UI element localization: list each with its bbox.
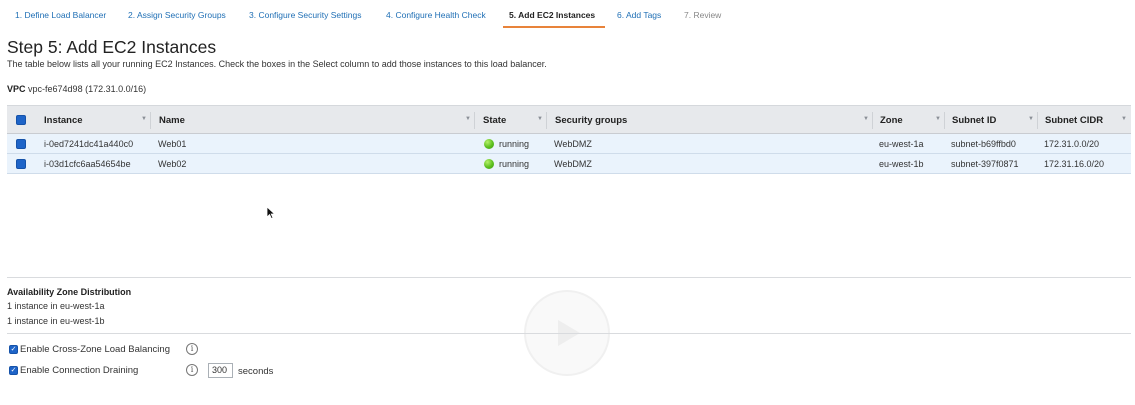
instance-name: Web02: [158, 159, 187, 169]
tab-define-load-balancer[interactable]: 1. Define Load Balancer: [15, 10, 106, 20]
sort-caret-icon[interactable]: ▼: [1121, 116, 1127, 122]
column-header-subnet-cidr[interactable]: Subnet CIDR: [1045, 115, 1103, 126]
draining-timeout-input[interactable]: 300: [208, 363, 233, 378]
cross-zone-label[interactable]: Enable Cross-Zone Load Balancing: [20, 344, 170, 355]
sort-caret-icon[interactable]: ▼: [863, 116, 869, 122]
column-divider[interactable]: [150, 112, 151, 129]
vpc-value: vpc-fe674d98 (172.31.0.0/16): [28, 84, 147, 94]
cross-zone-checkbox[interactable]: ✓: [9, 345, 18, 354]
tab-configure-health-check[interactable]: 4. Configure Health Check: [386, 10, 486, 20]
info-icon[interactable]: i: [186, 343, 198, 355]
column-divider[interactable]: [474, 112, 475, 129]
instance-subnet-cidr: 172.31.0.0/20: [1044, 139, 1100, 149]
sort-caret-icon[interactable]: ▼: [141, 116, 147, 122]
connection-draining-checkbox[interactable]: ✓: [9, 366, 18, 375]
instance-security-groups: WebDMZ: [554, 139, 592, 149]
instance-zone: eu-west-1a: [879, 139, 924, 149]
sort-caret-icon[interactable]: ▼: [465, 116, 471, 122]
table-row[interactable]: i-03d1cfc6aa54654be Web02 running WebDMZ…: [7, 154, 1131, 174]
instance-id: i-0ed7241dc41a440c0: [44, 139, 134, 149]
running-status-icon: [484, 159, 494, 169]
vpc-info: VPC vpc-fe674d98 (172.31.0.0/16): [7, 84, 146, 94]
running-status-icon: [484, 139, 494, 149]
connection-draining-label[interactable]: Enable Connection Draining: [20, 365, 138, 376]
instance-state: running: [499, 139, 530, 149]
tab-add-ec2-instances[interactable]: 5. Add EC2 Instances: [509, 10, 595, 20]
column-header-zone[interactable]: Zone: [880, 115, 903, 126]
column-divider[interactable]: [872, 112, 873, 129]
instance-subnet-cidr: 172.31.16.0/20: [1044, 159, 1105, 169]
column-divider[interactable]: [546, 112, 547, 129]
row-select-checkbox[interactable]: [16, 159, 26, 169]
sort-caret-icon[interactable]: ▼: [1028, 116, 1034, 122]
info-icon[interactable]: i: [186, 364, 198, 376]
page-title: Step 5: Add EC2 Instances: [7, 37, 217, 57]
az-distribution-line: 1 instance in eu-west-1b: [7, 316, 105, 326]
az-distribution-title: Availability Zone Distribution: [7, 287, 132, 297]
instance-security-groups: WebDMZ: [554, 159, 592, 169]
select-all-checkbox[interactable]: [16, 115, 26, 125]
tab-review[interactable]: 7. Review: [684, 10, 721, 20]
instance-zone: eu-west-1b: [879, 159, 924, 169]
section-divider: [7, 333, 1131, 334]
vpc-label: VPC: [7, 84, 26, 94]
column-divider[interactable]: [1037, 112, 1038, 129]
row-select-checkbox[interactable]: [16, 139, 26, 149]
tab-assign-security-groups[interactable]: 2. Assign Security Groups: [128, 10, 226, 20]
page-description: The table below lists all your running E…: [7, 59, 547, 69]
tab-configure-security-settings[interactable]: 3. Configure Security Settings: [249, 10, 361, 20]
column-header-security-groups[interactable]: Security groups: [555, 115, 627, 126]
active-tab-indicator: [503, 26, 605, 28]
instance-subnet-id: subnet-b69ffbd0: [951, 139, 1016, 149]
draining-timeout-unit: seconds: [238, 366, 274, 377]
sort-caret-icon[interactable]: ▼: [537, 116, 543, 122]
instance-subnet-id: subnet-397f0871: [951, 159, 1019, 169]
table-row[interactable]: i-0ed7241dc41a440c0 Web01 running WebDMZ…: [7, 134, 1131, 154]
instance-id: i-03d1cfc6aa54654be: [44, 159, 131, 169]
wizard-tabs: 1. Define Load Balancer 2. Assign Securi…: [0, 0, 1135, 30]
column-header-instance[interactable]: Instance: [44, 115, 83, 126]
instances-table: Instance ▼ Name ▼ State ▼ Security group…: [7, 105, 1131, 174]
mouse-cursor-icon: [266, 206, 276, 220]
section-divider: [7, 277, 1131, 278]
column-header-state[interactable]: State: [483, 115, 506, 126]
tab-add-tags[interactable]: 6. Add Tags: [617, 10, 661, 20]
column-header-subnet-id[interactable]: Subnet ID: [952, 115, 996, 126]
instance-name: Web01: [158, 139, 187, 149]
column-divider[interactable]: [944, 112, 945, 129]
sort-caret-icon[interactable]: ▼: [935, 116, 941, 122]
table-header: Instance ▼ Name ▼ State ▼ Security group…: [7, 105, 1131, 134]
instance-state: running: [499, 159, 530, 169]
az-distribution-line: 1 instance in eu-west-1a: [7, 301, 105, 311]
column-header-name[interactable]: Name: [159, 115, 185, 126]
